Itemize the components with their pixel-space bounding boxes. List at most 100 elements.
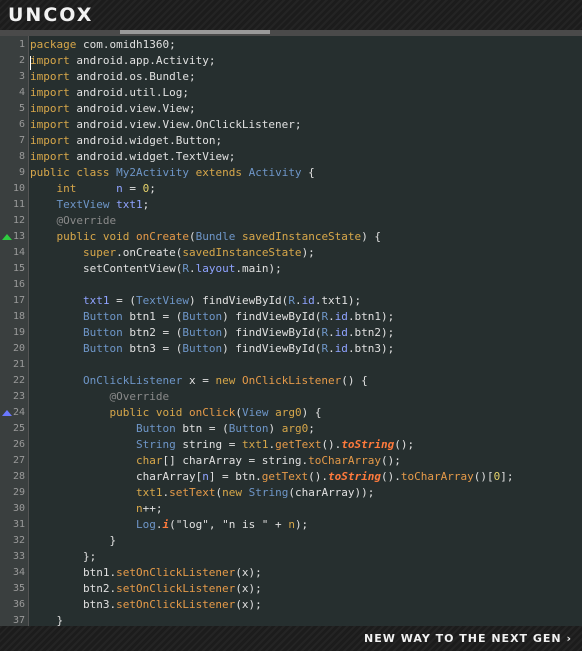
code-line[interactable]: charArray[n] = btn.getText().toString().… — [30, 469, 514, 485]
code-token: () { — [341, 374, 368, 387]
code-line[interactable]: int n = 0; — [30, 181, 156, 197]
line-number: 32 — [0, 533, 27, 549]
code-line[interactable]: Button btn3 = (Button) findViewById(R.id… — [30, 341, 394, 357]
line-number: 26 — [0, 437, 27, 453]
line-number: 36 — [0, 597, 27, 613]
code-line[interactable]: btn1.setOnClickListener(x); — [30, 565, 262, 581]
code-token: android.util.Log; — [69, 86, 189, 99]
code-line[interactable]: @Override — [30, 213, 117, 229]
code-token: android.widget.TextView; — [69, 150, 236, 163]
code-token: ) { — [361, 230, 382, 243]
code-token: import — [30, 54, 70, 67]
code-token: n — [135, 502, 143, 515]
code-token: setOnClickListener — [116, 582, 236, 595]
code-token: getText — [261, 470, 309, 483]
code-token: Button — [82, 326, 123, 339]
code-line[interactable]: char[] charArray = string.toCharArray(); — [30, 453, 401, 469]
code-line[interactable]: import android.os.Bundle; — [30, 69, 196, 85]
code-token: new — [215, 374, 236, 387]
code-token: android.app.Activity; — [69, 54, 216, 67]
code-line[interactable]: txt1 = (TextView) findViewById(R.id.txt1… — [30, 293, 361, 309]
line-number: 21 — [0, 357, 27, 373]
active-editor-tab[interactable] — [120, 30, 270, 34]
line-number-text: 10 — [12, 183, 25, 194]
code-line[interactable]: } — [30, 533, 116, 549]
code-token: import — [30, 134, 70, 147]
code-line[interactable]: TextView txt1; — [30, 197, 150, 213]
code-token: txt1 — [82, 294, 110, 307]
code-token: import — [30, 118, 70, 131]
line-number: 22 — [0, 373, 27, 389]
code-line[interactable]: String string = txt1.getText().toString(… — [30, 437, 414, 453]
code-line[interactable]: Log.i("log", "n is " + n); — [30, 517, 308, 533]
code-token: Button — [182, 310, 223, 323]
code-token: onCreate( — [122, 246, 183, 259]
code-token: android.view.View; — [69, 102, 196, 115]
code-line[interactable]: }; — [30, 549, 96, 565]
code-line[interactable]: import android.view.View; — [30, 101, 196, 117]
code-line[interactable]: public void onClick(View arg0) { — [30, 405, 321, 421]
code-line[interactable]: import android.view.View.OnClickListener… — [30, 117, 302, 133]
line-number-text: 25 — [12, 423, 25, 434]
code-line[interactable]: import android.widget.Button; — [30, 133, 222, 149]
code-token: . — [116, 246, 123, 259]
line-number: 14 — [0, 245, 27, 261]
code-token: public void — [109, 406, 183, 419]
code-token: String — [135, 438, 176, 451]
code-token: TextView — [56, 198, 110, 211]
line-number-text: 1 — [18, 39, 25, 50]
code-line[interactable]: txt1.setText(new String(charArray)); — [30, 485, 374, 501]
line-number-text: 6 — [18, 119, 25, 130]
code-line[interactable]: super.onCreate(savedInstanceState); — [30, 245, 315, 261]
code-line[interactable]: Button btn2 = (Button) findViewById(R.id… — [30, 325, 394, 341]
code-line[interactable]: OnClickListener x = new OnClickListener(… — [30, 373, 368, 389]
code-line[interactable]: setContentView(R.layout.main); — [30, 261, 282, 277]
code-token: ] = btn. — [208, 470, 262, 483]
line-number: 15 — [0, 261, 27, 277]
code-token: android.widget.Button; — [69, 134, 223, 147]
code-line[interactable]: btn3.setOnClickListener(x); — [30, 597, 262, 613]
code-line[interactable]: import android.app.Activity; — [30, 53, 215, 69]
line-number-text: 5 — [18, 103, 25, 114]
code-token: public class — [30, 166, 110, 179]
code-token: btn3. — [30, 598, 117, 611]
code-token: char — [135, 454, 163, 467]
code-token: OnClickListener — [241, 374, 342, 387]
line-number-text: 15 — [12, 263, 25, 274]
code-line[interactable]: import android.util.Log; — [30, 85, 189, 101]
code-token: .btn2); — [347, 326, 395, 339]
code-token: id — [334, 326, 348, 339]
line-number-text: 28 — [12, 471, 25, 482]
code-token: . — [188, 262, 196, 275]
code-line[interactable]: public class My2Activity extends Activit… — [30, 165, 315, 181]
line-number: 1 — [0, 37, 27, 53]
code-line[interactable]: n++; — [30, 501, 163, 517]
line-number-text: 30 — [12, 503, 25, 514]
code-token: toString — [341, 438, 395, 451]
code-line[interactable]: Button btn = (Button) arg0; — [30, 421, 315, 437]
code-line[interactable]: public void onCreate(Bundle savedInstanc… — [30, 229, 382, 245]
line-number: 20 — [0, 341, 27, 357]
line-number-text: 29 — [12, 487, 25, 498]
code-editor[interactable]: 1 2 3 4 5 6 7 8 9 10 11 12 13 14 15 16 17 18 19 20 21 22 23 24 2… — [0, 36, 582, 627]
code-line[interactable]: btn2.setOnClickListener(x); — [30, 581, 262, 597]
line-number: 23 — [0, 389, 27, 405]
code-line[interactable]: import android.widget.TextView; — [30, 149, 235, 165]
code-token: btn3 = ( — [122, 342, 183, 355]
override-up-triangle-icon[interactable] — [2, 234, 12, 240]
code-token: charArray[ — [30, 470, 203, 483]
code-token: ( — [188, 230, 196, 243]
line-number-text: 18 — [12, 311, 25, 322]
override-triangle-icon[interactable] — [2, 410, 12, 416]
code-line[interactable]: package com.omidh1360; — [30, 37, 176, 53]
code-line[interactable]: @Override — [30, 389, 169, 405]
code-token: txt1 — [135, 486, 163, 499]
line-number: 6 — [0, 117, 27, 133]
code-line[interactable]: Button btn1 = (Button) findViewById(R.id… — [30, 309, 394, 325]
